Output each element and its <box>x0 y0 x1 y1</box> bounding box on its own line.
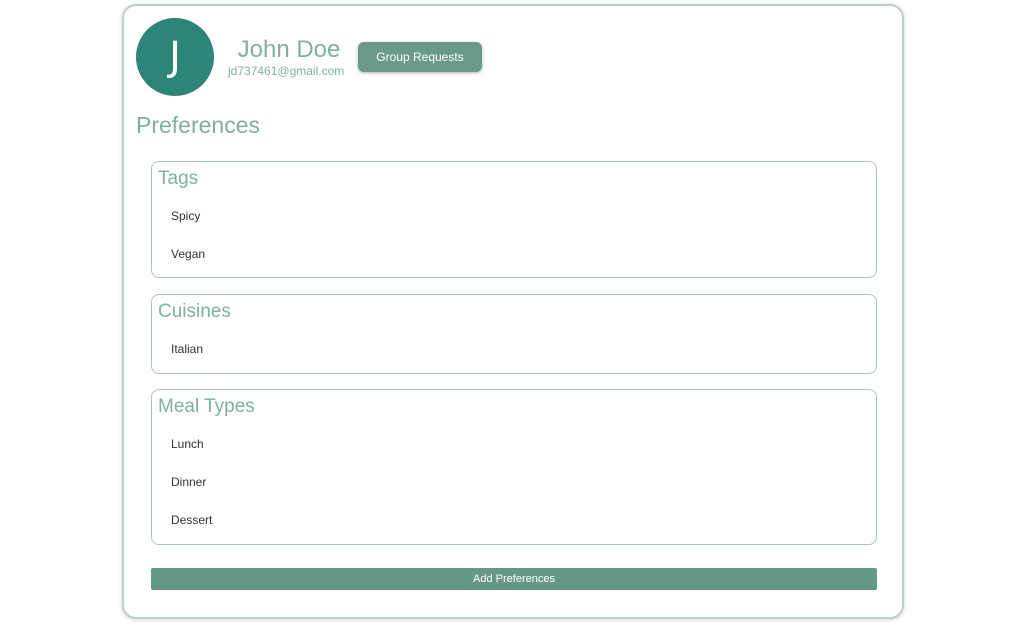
meal-types-title: Meal Types <box>158 396 255 417</box>
cuisines-section: Cuisines Italian <box>151 294 877 374</box>
tags-section: Tags Spicy Vegan <box>151 161 877 278</box>
group-requests-button[interactable]: Group Requests <box>358 42 482 72</box>
profile-card: J John Doe jd737461@gmail.com Group Requ… <box>122 4 904 619</box>
cuisines-title: Cuisines <box>158 301 231 322</box>
add-preferences-button[interactable]: Add Preferences <box>151 568 877 590</box>
list-item: Spicy <box>171 209 201 223</box>
avatar-initial: J <box>169 34 181 80</box>
user-name: John Doe <box>237 36 341 63</box>
preferences-title: Preferences <box>136 112 261 138</box>
avatar: J <box>136 18 214 96</box>
user-email: jd737461@gmail.com <box>228 64 345 78</box>
list-item: Lunch <box>171 437 204 451</box>
page: J John Doe jd737461@gmail.com Group Requ… <box>0 0 1029 627</box>
list-item: Dinner <box>171 475 207 489</box>
meal-types-section: Meal Types Lunch Dinner Dessert <box>151 389 877 545</box>
list-item: Vegan <box>171 247 206 261</box>
list-item: Dessert <box>171 513 213 527</box>
tags-title: Tags <box>158 168 199 189</box>
list-item: Italian <box>171 342 204 356</box>
